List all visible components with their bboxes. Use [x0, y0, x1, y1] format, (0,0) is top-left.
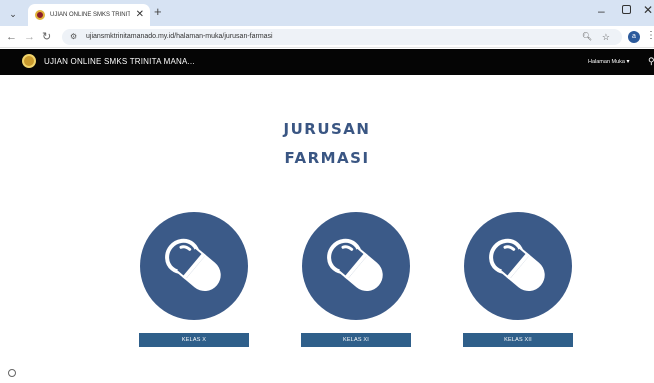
kelas-card: KELAS XII	[463, 212, 573, 348]
browser-tab-strip: ⌄ UJIAN ONLINE SMKS TRINITA ✕ + – ✕	[0, 0, 654, 26]
forward-arrow-icon[interactable]: →	[24, 30, 35, 44]
page-heading-line2: FARMASI	[284, 149, 370, 167]
kelas-xi-button[interactable]: KELAS XI	[301, 333, 411, 347]
window-minimize-button[interactable]: –	[598, 4, 605, 18]
new-tab-button[interactable]: +	[154, 5, 162, 19]
kelas-xii-button[interactable]: KELAS XII	[463, 333, 573, 347]
tab-close-icon[interactable]: ✕	[136, 8, 144, 22]
reload-icon[interactable]: ↻	[42, 30, 51, 44]
window-close-button[interactable]: ✕	[643, 3, 653, 17]
kelas-card: KELAS X	[139, 212, 249, 348]
pill-icon	[489, 238, 545, 291]
browser-tab[interactable]: UJIAN ONLINE SMKS TRINITA ✕	[28, 4, 150, 26]
profile-avatar[interactable]: a	[628, 31, 640, 43]
search-icon[interactable]: 🔍︎	[582, 30, 592, 44]
site-info-icon[interactable]: ⚙	[70, 31, 77, 43]
halaman-muka-menu[interactable]: Halaman Muka ▾	[588, 58, 630, 66]
site-search-icon[interactable]: ⚲	[648, 55, 654, 67]
window-maximize-button[interactable]	[622, 5, 631, 14]
bookmark-star-icon[interactable]: ☆	[602, 30, 610, 44]
url-text[interactable]: ujiansmktrinitamanado.my.id/halaman-muka…	[86, 31, 273, 43]
browser-toolbar: ← → ↻ ⚙ ujiansmktrinitamanado.my.id/hala…	[0, 26, 654, 48]
tab-title: UJIAN ONLINE SMKS TRINITA	[50, 12, 130, 18]
chevron-down-icon: ▾	[626, 59, 630, 65]
status-circle-icon	[8, 369, 16, 377]
school-favicon-icon	[35, 10, 45, 20]
kelas-icon-circle[interactable]	[302, 212, 410, 320]
site-title-link[interactable]: UJIAN ONLINE SMKS TRINITA MANA...	[44, 57, 195, 67]
kelas-x-button[interactable]: KELAS X	[139, 333, 249, 347]
kelas-card: KELAS XI	[301, 212, 411, 348]
pill-icon	[165, 238, 221, 291]
back-arrow-icon[interactable]: ←	[6, 30, 17, 44]
halaman-muka-label: Halaman Muka	[588, 59, 625, 65]
pill-icon	[327, 238, 383, 291]
kelas-icon-circle[interactable]	[140, 212, 248, 320]
page-heading-line1: JURUSAN	[283, 120, 371, 138]
browser-menu-icon[interactable]: ⋮	[646, 29, 654, 43]
school-logo-icon[interactable]	[22, 54, 36, 68]
tab-search-menu-icon[interactable]: ⌄	[6, 7, 20, 21]
kelas-icon-circle[interactable]	[464, 212, 572, 320]
address-bar[interactable]: ⚙ ujiansmktrinitamanado.my.id/halaman-mu…	[62, 29, 622, 45]
site-navbar: UJIAN ONLINE SMKS TRINITA MANA... Halama…	[0, 49, 654, 75]
